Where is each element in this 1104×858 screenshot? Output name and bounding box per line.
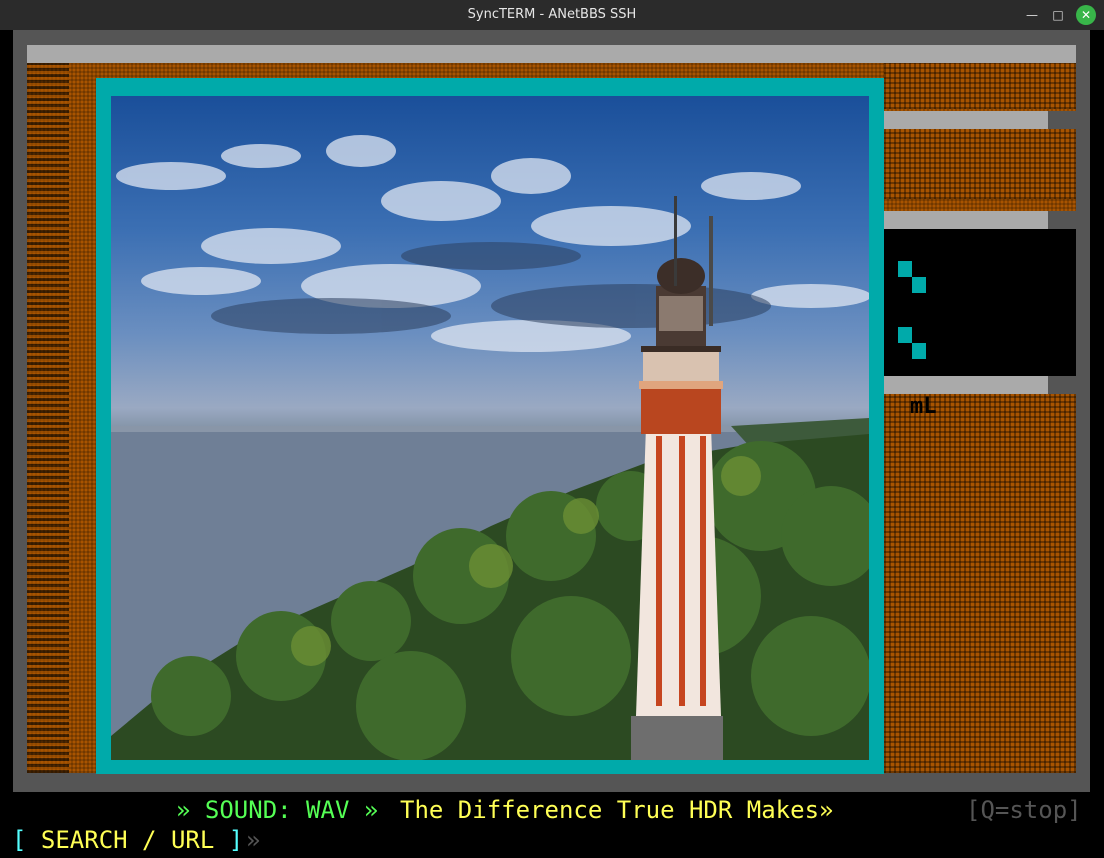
cyan-block — [912, 343, 926, 359]
sound-label: » SOUND: WAV » — [176, 796, 379, 824]
cyan-block — [912, 277, 926, 293]
stop-hint[interactable]: [Q=stop] — [966, 796, 1082, 824]
side-mark: mL — [910, 394, 937, 419]
close-bracket: ] — [228, 826, 244, 854]
right-bar-1 — [884, 111, 1076, 129]
ansi-panel: mL — [13, 30, 1090, 792]
song-title: The Difference True HDR Makes» — [400, 796, 834, 824]
right-pattern-bottom: mL — [884, 394, 1076, 773]
maximize-button[interactable]: □ — [1048, 5, 1068, 25]
open-bracket: [ — [12, 826, 27, 854]
right-bar-2 — [884, 211, 1076, 229]
cyan-block — [898, 327, 912, 343]
search-url-label: SEARCH / URL — [26, 826, 229, 854]
left-pattern-strip — [27, 63, 69, 773]
search-url-prompt[interactable]: [ SEARCH / URL ] — [12, 826, 243, 854]
image-frame — [96, 78, 884, 774]
prompt-arrow: » — [246, 826, 261, 854]
right-pattern-mid — [884, 129, 1076, 199]
lighthouse-photo-graphic — [111, 135, 869, 760]
right-pattern-top — [884, 63, 1076, 109]
lighthouse-photo — [111, 96, 869, 760]
right-bar-3 — [884, 376, 1076, 394]
title-bar: SyncTERM - ANetBBS SSH — □ ✕ — [0, 0, 1104, 30]
right-column: mL — [884, 63, 1076, 773]
top-bar — [27, 45, 1076, 63]
now-playing-bar: » SOUND: WAV » The Difference True HDR M… — [0, 790, 1104, 824]
right-black-box — [884, 229, 1076, 376]
cyan-block — [898, 261, 912, 277]
close-button[interactable]: ✕ — [1076, 5, 1096, 25]
minimize-button[interactable]: — — [1022, 5, 1042, 25]
terminal-area[interactable]: mL » SOUND: WAV » The Difference True HD… — [0, 30, 1104, 858]
window-title: SyncTERM - ANetBBS SSH — [467, 7, 637, 22]
prompt-line[interactable]: [ SEARCH / URL ] » — [0, 824, 1104, 858]
